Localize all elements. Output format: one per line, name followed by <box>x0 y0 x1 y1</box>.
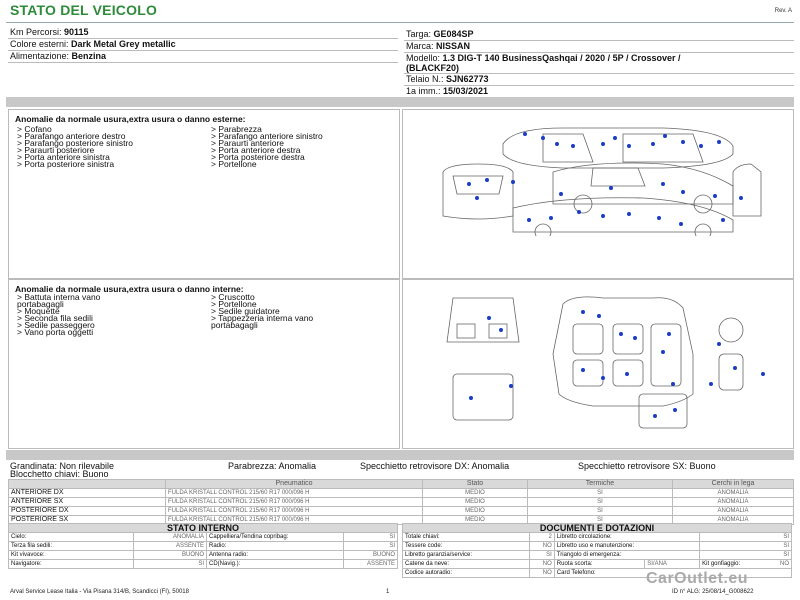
page-number: 1 <box>386 589 390 595</box>
table-row: ANTERIORE SX FULDA KRISTALL CONTROL 215/6… <box>8 497 794 507</box>
ext-item: > Portellone <box>211 159 257 169</box>
tyres-table: Pneumatico Stato Termiche Cerchi in lega… <box>8 479 794 525</box>
ext-item: > Porta posteriore sinistra <box>17 159 115 169</box>
section-band-2 <box>6 450 794 460</box>
key-row: Blocchetto chiavi: Buono <box>10 469 109 479</box>
external-damage-panel: Anomalie da normale usura,extra usura o … <box>8 109 400 279</box>
windshield-row: Parabrezza: Anomalia <box>228 461 317 471</box>
table-row: Catene da neve: NO Ruota scorta: SI/ANA Kit … <box>401 559 792 569</box>
external-title: Anomalie da normale usura,extra usura o … <box>15 114 246 124</box>
fuel-row: Alimentazione: Benzina <box>10 51 107 61</box>
km-row: Km Percorsi: 90115 <box>10 27 89 37</box>
table-row: Terza fila sedili: ASSENTE Radio: SI <box>8 541 398 551</box>
color-row: Colore esterni: Dark Metal Grey metallic <box>10 39 176 49</box>
section-band <box>6 97 794 107</box>
table-row: Totale chiavi: 2 Libretto circolazione: SI <box>401 532 792 542</box>
plate-row: Targa: GE084SP <box>406 29 474 39</box>
table-row: POSTERIORE DX FULDA KRISTALL CONTROL 215/… <box>8 506 794 516</box>
table-row: Kit vivavoce: BUONO Antenna radio: BUONO <box>8 550 398 560</box>
table-row: ANTERIORE DX FULDA KRISTALL CONTROL 215/6… <box>8 488 794 498</box>
mirror-dx-row: Specchietto retrovisore DX: Anomalia <box>360 461 510 471</box>
int-item: portabagagli <box>211 320 258 330</box>
car-interior-diagram <box>446 296 765 429</box>
table-row: Navigatore: SI CD(Navig.): ASSENTE <box>8 559 398 569</box>
interior-status-table: STATO INTERNO Cielo: ANOMALIA Cappelliera/… <box>8 523 398 569</box>
company-address: Arval Service Lease Italia - Via Pisana … <box>10 589 189 595</box>
chassis-row: Telaio N.: SJN62773 <box>406 74 489 84</box>
page-title: STATO DEL VEICOLO <box>10 2 158 18</box>
car-exterior-diagram <box>442 127 762 236</box>
internal-diagram-panel <box>402 279 794 449</box>
table-row: Libretto garanzia/service: SI Triangolo di… <box>401 550 792 560</box>
watermark-logo: CarOutlet.eu <box>646 570 749 587</box>
document-id: ID n° ALG: 25/08/14_G008622 <box>672 589 754 595</box>
mirror-sx-row: Specchietto retrovisore SX: Buono <box>578 461 716 471</box>
table-row: Cielo: ANOMALIA Cappelliera/Tendina coprib… <box>8 532 398 542</box>
header-rule <box>6 22 794 23</box>
external-diagram-panel <box>402 109 794 279</box>
internal-damage-panel: Anomalie da normale usura,extra usura o … <box>8 279 400 449</box>
brand-row: Marca: NISSAN <box>406 41 471 51</box>
table-row: Tessere code: NO Libretto uso e manutenzio… <box>401 541 792 551</box>
registration-row: 1a imm.: 15/03/2021 <box>406 86 489 96</box>
revision-label: Rev. A <box>774 8 792 14</box>
int-item: > Vano porta oggetti <box>17 327 94 337</box>
